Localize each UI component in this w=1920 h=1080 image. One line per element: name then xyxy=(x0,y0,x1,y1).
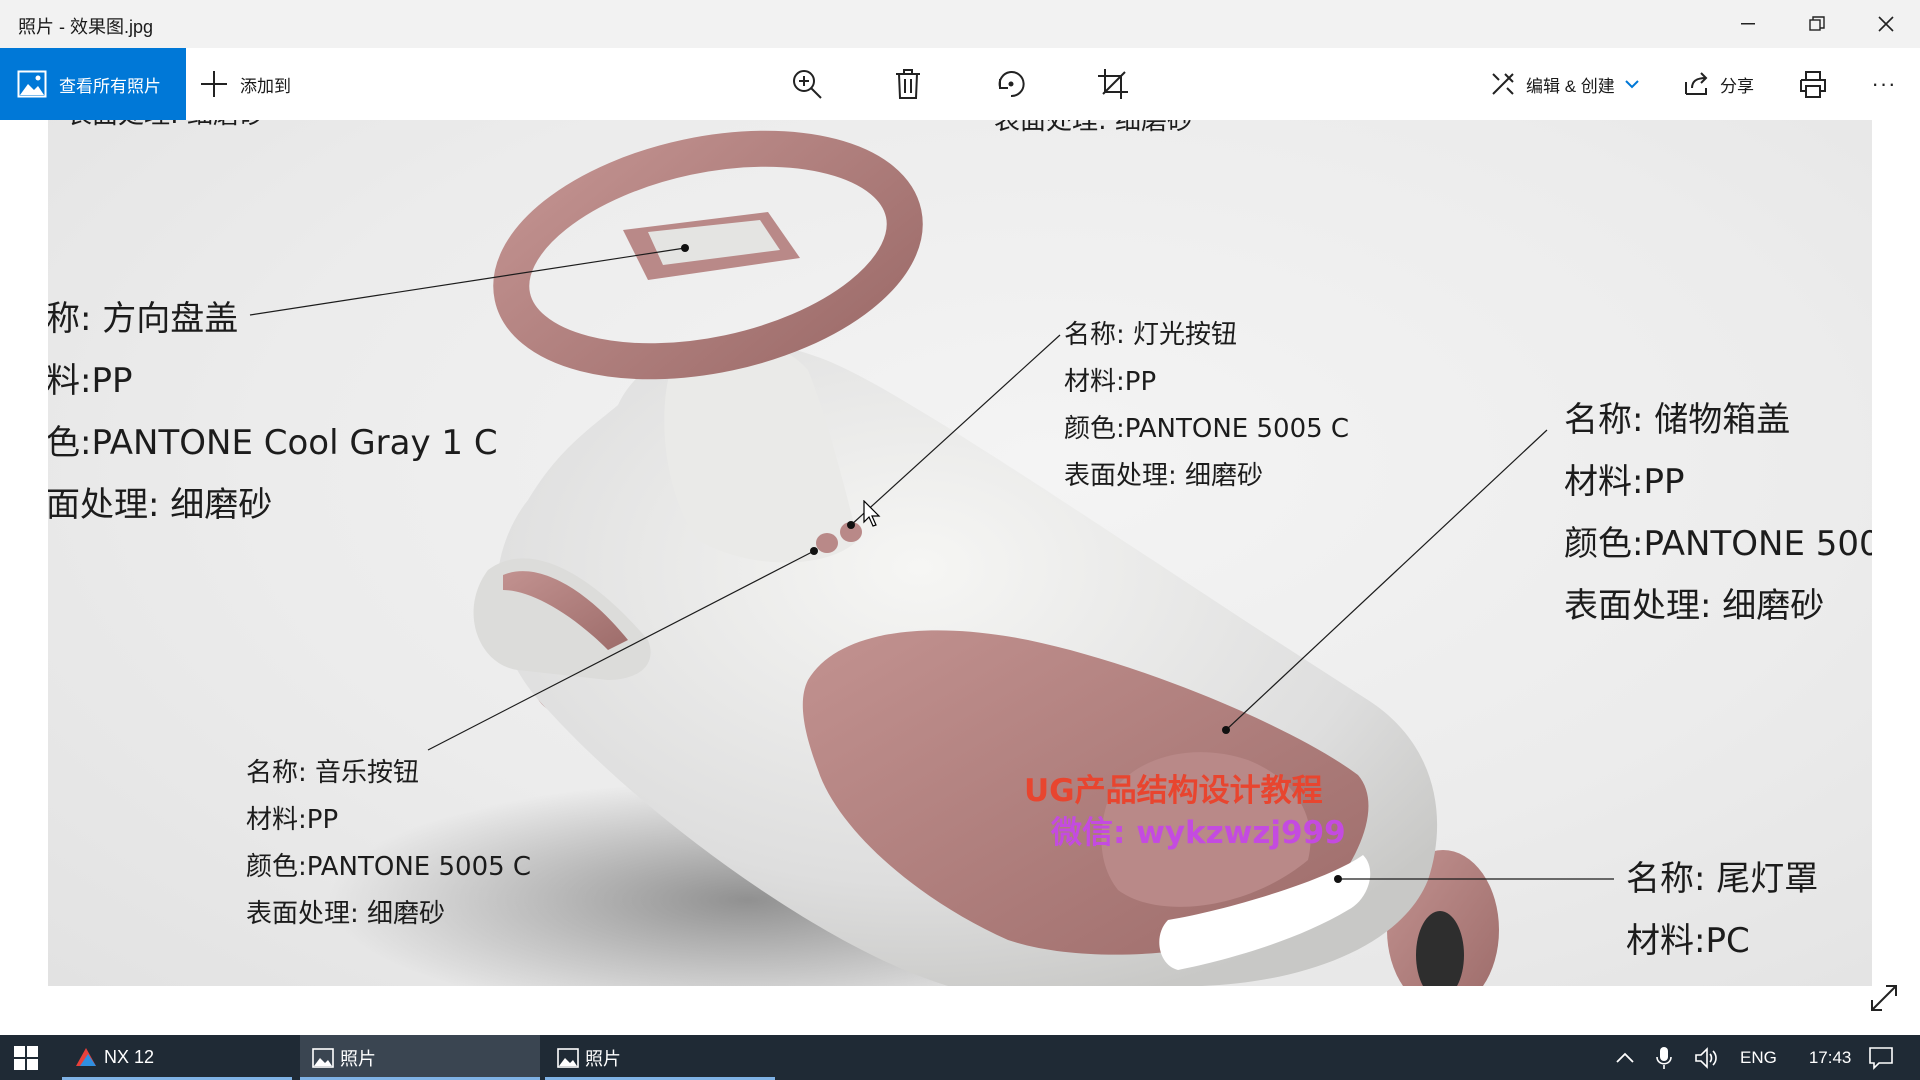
start-button[interactable] xyxy=(0,1035,52,1080)
rotate-icon xyxy=(998,71,1025,98)
zoom-in-button[interactable] xyxy=(779,48,835,120)
edit-create-icon xyxy=(1492,73,1514,95)
light-button-annotation: 名称: 灯光按钮 材料:PP 颜色:PANTONE 5005 C 表面处理: 细… xyxy=(1064,312,1349,500)
music-button-material: 材料:PP xyxy=(246,805,339,835)
steering-material: 料:PP xyxy=(48,361,133,401)
microphone-icon[interactable] xyxy=(1656,1046,1672,1070)
music-button-name: 名称: 音乐按钮 xyxy=(246,758,420,788)
view-all-photos-label: 查看所有照片 xyxy=(59,76,161,96)
tail-light-material: 材料:PC xyxy=(1626,921,1750,961)
image-canvas[interactable]: 表面处理: 细磨砂 表面处理: 细磨砂 称: 方向盘盖 料:PP 色:PANTO… xyxy=(0,120,1920,1035)
light-button-material: 材料:PP xyxy=(1064,367,1157,397)
photos-icon xyxy=(312,1047,334,1068)
label-top-left-partial: 表面处理: 细磨砂 xyxy=(66,120,265,139)
steering-name: 称: 方向盘盖 xyxy=(48,299,239,339)
edit-create-button[interactable]: 编辑 & 创建 xyxy=(1490,48,1639,120)
tail-light-annotation: 名称: 尾灯罩 材料:PC xyxy=(1626,848,1818,972)
nx-icon xyxy=(76,1047,96,1066)
light-button-color: 颜色:PANTONE 5005 C xyxy=(1064,414,1350,444)
rendered-product-photo: 表面处理: 细磨砂 表面处理: 细磨砂 称: 方向盘盖 料:PP 色:PANTO… xyxy=(48,120,1872,986)
chevron-down-icon xyxy=(1625,80,1639,89)
mouse-cursor-icon xyxy=(863,500,881,527)
edit-create-label: 编辑 & 创建 xyxy=(1526,76,1615,96)
delete-icon xyxy=(896,69,920,99)
action-center-button[interactable] xyxy=(1856,1035,1906,1080)
toolbar: 查看所有照片 添加到 编辑 & 创建 分享 ··· xyxy=(0,48,1920,120)
add-to-button[interactable]: 添加到 xyxy=(200,48,291,120)
taskbar-item-label: 照片 xyxy=(585,1048,621,1069)
taskbar-item-nx12[interactable]: NX 12 xyxy=(62,1035,292,1080)
minimize-icon xyxy=(1740,23,1755,25)
window-title: 照片 - 效果图.jpg xyxy=(18,17,154,37)
share-icon xyxy=(1685,72,1708,95)
music-button-annotation: 名称: 音乐按钮 材料:PP 颜色:PANTONE 5005 C 表面处理: 细… xyxy=(246,750,531,938)
taskbar-item-label: NX 12 xyxy=(104,1047,155,1067)
clock[interactable]: 17:43 xyxy=(1809,1048,1852,1068)
storage-lid-material: 材料:PP xyxy=(1564,462,1685,502)
close-button[interactable] xyxy=(1851,0,1920,48)
windows-logo-icon xyxy=(14,1045,38,1070)
share-label: 分享 xyxy=(1720,76,1754,96)
print-icon xyxy=(1800,71,1826,98)
more-icon: ··· xyxy=(1871,71,1897,96)
steering-color: 色:PANTONE Cool Gray 1 C xyxy=(48,423,498,463)
restore-icon xyxy=(1808,16,1825,31)
label-top-center-partial: 表面处理: 细磨砂 xyxy=(994,120,1194,136)
view-all-photos-button[interactable]: 查看所有照片 xyxy=(0,48,186,120)
taskbar-item-photos-2[interactable]: 照片 xyxy=(545,1035,775,1080)
taskbar: NX 12 照片 照片 ENG 17:43 xyxy=(0,1035,1920,1080)
music-button-finish: 表面处理: 细磨砂 xyxy=(246,899,446,929)
plus-icon xyxy=(201,71,227,97)
print-button[interactable] xyxy=(1785,48,1841,120)
watermark-line-2: 微信: wykzwzj999 xyxy=(1051,815,1346,851)
light-button-finish: 表面处理: 细磨砂 xyxy=(1064,461,1264,491)
share-button[interactable]: 分享 xyxy=(1684,48,1754,120)
music-button-color: 颜色:PANTONE 5005 C xyxy=(246,852,532,882)
add-to-label: 添加到 xyxy=(240,76,291,96)
delete-button[interactable] xyxy=(880,48,936,120)
storage-lid-color: 颜色:PANTONE 500 xyxy=(1564,524,1872,564)
steering-finish: 面处理: 细磨砂 xyxy=(48,485,273,525)
light-button-name: 名称: 灯光按钮 xyxy=(1064,320,1238,350)
chevron-up-icon[interactable] xyxy=(1616,1052,1634,1064)
close-icon xyxy=(1877,16,1894,32)
tail-light-name: 名称: 尾灯罩 xyxy=(1626,859,1819,899)
system-tray: ENG 17:43 xyxy=(1616,1035,1851,1080)
taskbar-item-photos-1[interactable]: 照片 xyxy=(300,1035,540,1080)
storage-lid-finish: 表面处理: 细磨砂 xyxy=(1564,586,1825,626)
crop-icon xyxy=(1098,69,1128,99)
steering-cover-annotation: 称: 方向盘盖 料:PP 色:PANTONE Cool Gray 1 C 面处理… xyxy=(48,288,498,536)
storage-lid-annotation: 名称: 储物箱盖 材料:PP 颜色:PANTONE 500 表面处理: 细磨砂 xyxy=(1564,389,1872,637)
photos-icon xyxy=(557,1047,579,1068)
title-bar: 照片 - 效果图.jpg xyxy=(0,0,1920,48)
taskbar-item-label: 照片 xyxy=(340,1048,376,1069)
storage-lid-name: 名称: 储物箱盖 xyxy=(1564,400,1791,440)
rotate-button[interactable] xyxy=(983,48,1039,120)
restore-button[interactable] xyxy=(1782,0,1851,48)
crop-button[interactable] xyxy=(1085,48,1141,120)
zoom-in-icon xyxy=(793,70,822,99)
watermark-line-1: UG产品结构设计教程 xyxy=(1024,773,1323,809)
language-indicator[interactable]: ENG xyxy=(1740,1048,1777,1068)
notification-icon xyxy=(1869,1046,1893,1070)
more-options-button[interactable]: ··· xyxy=(1856,48,1912,120)
photo-gallery-icon xyxy=(17,70,47,98)
minimize-button[interactable] xyxy=(1713,0,1782,48)
expand-icon xyxy=(1871,985,1897,1011)
volume-icon[interactable] xyxy=(1694,1046,1718,1069)
fullscreen-button[interactable] xyxy=(1866,980,1902,1016)
